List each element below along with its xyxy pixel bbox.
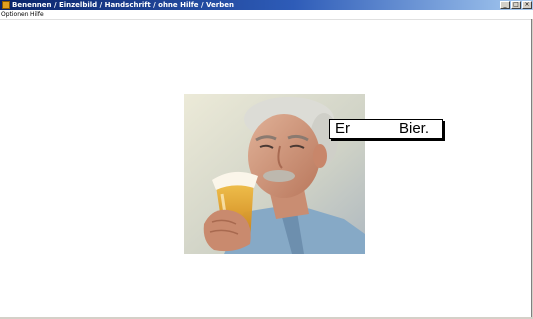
maximize-button[interactable]: □ bbox=[511, 1, 521, 9]
window-title: Benennen / Einzelbild / Handschrift / oh… bbox=[12, 1, 234, 9]
menu-bar: Optionen Hilfe bbox=[0, 10, 533, 20]
menu-hilfe[interactable]: Hilfe bbox=[30, 10, 44, 19]
close-button[interactable]: × bbox=[522, 1, 532, 9]
app-icon[interactable] bbox=[2, 1, 10, 9]
sentence-word-er: Er bbox=[335, 120, 350, 137]
minimize-button[interactable]: _ bbox=[500, 1, 510, 9]
window-controls: _ □ × bbox=[500, 1, 532, 9]
exercise-photo bbox=[184, 94, 365, 254]
sentence-word-bier: Bier. bbox=[399, 120, 430, 137]
man-drinking-beer-image bbox=[184, 94, 365, 254]
sentence-gap-field[interactable]: Er Bier. bbox=[329, 119, 443, 139]
menu-optionen[interactable]: Optionen bbox=[1, 10, 29, 19]
title-bar[interactable]: Benennen / Einzelbild / Handschrift / oh… bbox=[0, 0, 533, 10]
